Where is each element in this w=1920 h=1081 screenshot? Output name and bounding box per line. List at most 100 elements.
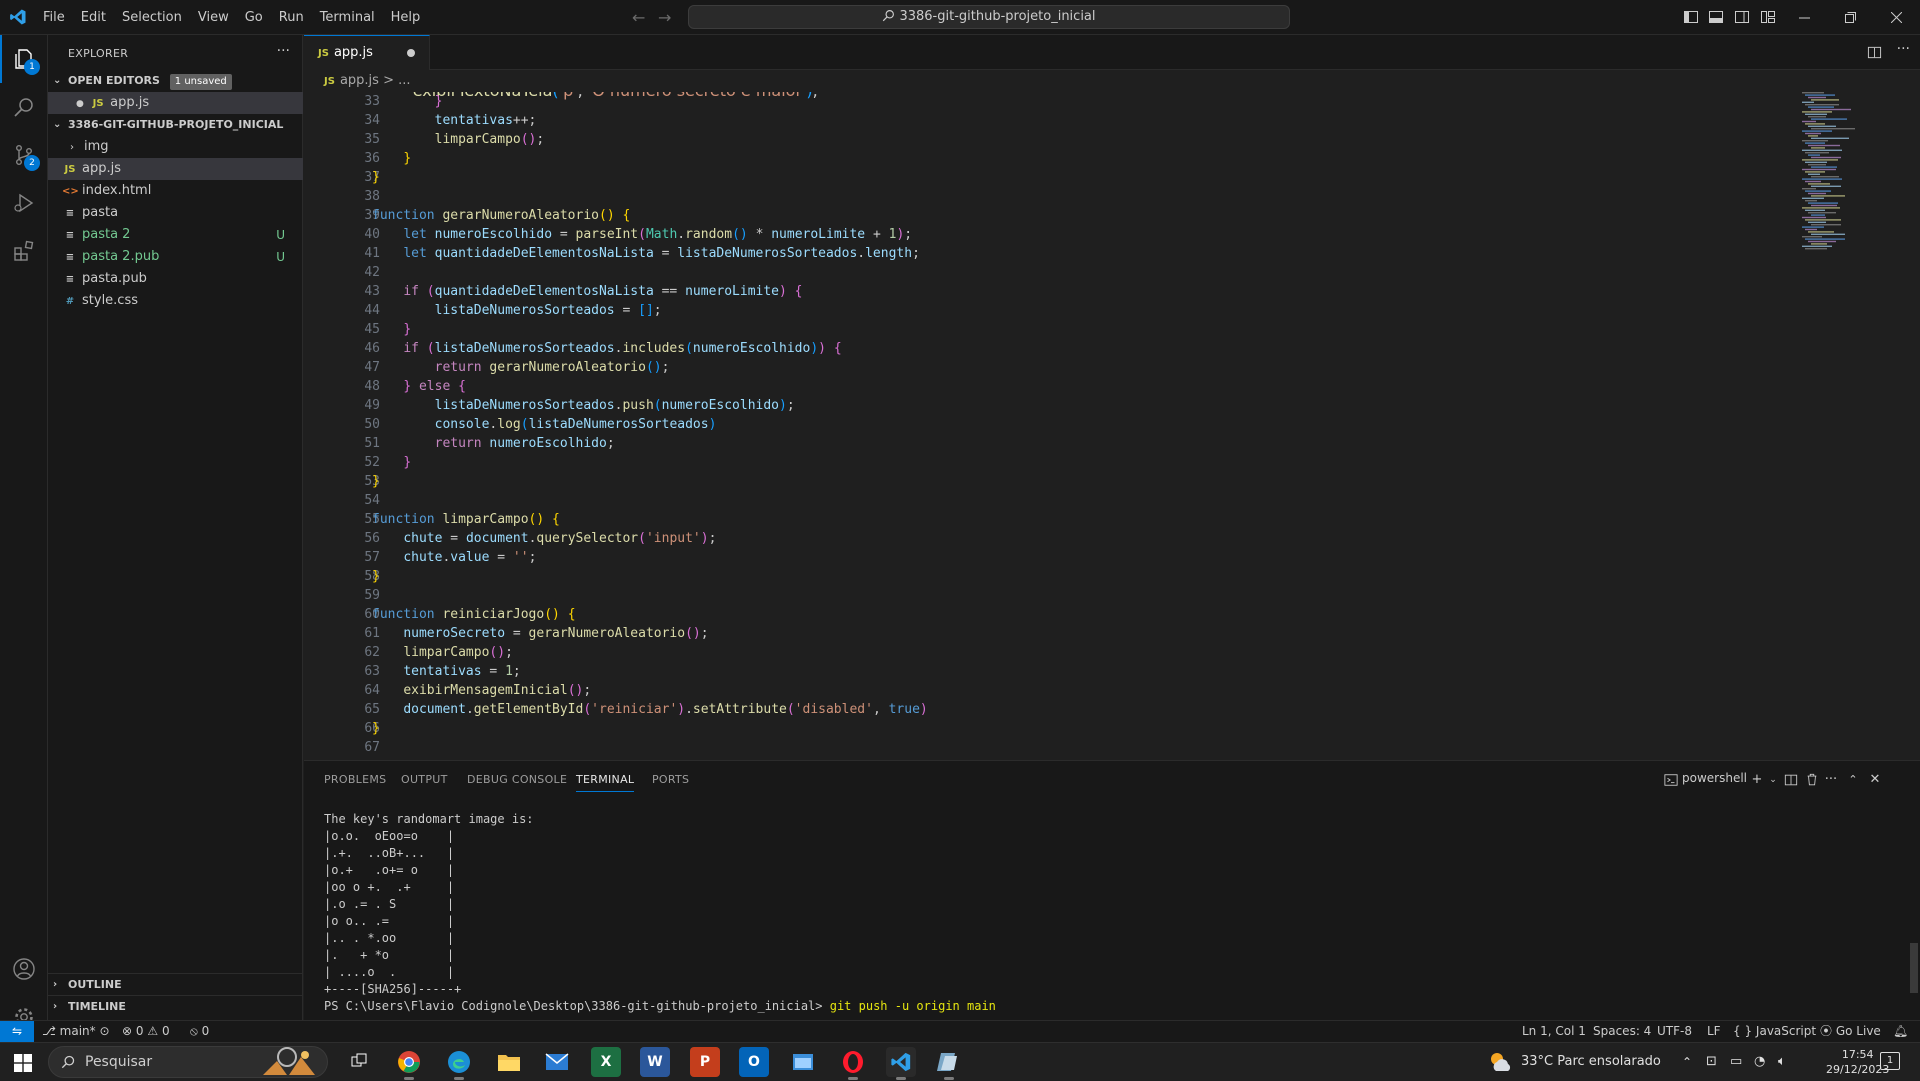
tab-app-js[interactable]: JS app.js <box>304 35 430 70</box>
run-debug-activity[interactable] <box>0 179 48 227</box>
tab-terminal[interactable]: TERMINAL <box>576 773 635 792</box>
close-button[interactable] <box>1873 0 1919 35</box>
problems-indicator[interactable]: ⊗ 0 ⚠ 0 <box>122 1021 170 1042</box>
indentation[interactable]: Spaces: 4 <box>1593 1021 1651 1042</box>
toggle-primary-sidebar-icon[interactable] <box>1683 9 1699 25</box>
code-line: 54 <box>304 491 1794 510</box>
menu-selection[interactable]: Selection <box>114 0 190 35</box>
tree-item-pasta[interactable]: ≡ pasta <box>48 202 303 224</box>
code-line: 40 let numeroEscolhido = parseInt(Math.r… <box>304 225 1794 244</box>
end-of-line[interactable]: LF <box>1707 1021 1721 1042</box>
remote-indicator[interactable]: ⇋ <box>0 1021 34 1043</box>
breadcrumb-rest[interactable]: > ... <box>383 73 410 88</box>
back-arrow-icon[interactable]: ← <box>632 8 645 27</box>
extensions-activity[interactable] <box>0 227 48 275</box>
more-actions-icon[interactable]: ··· <box>1822 771 1840 789</box>
restore-icon <box>1844 12 1856 23</box>
menu-help[interactable]: Help <box>383 0 429 35</box>
branch-indicator[interactable]: ⎇ main* ⊙ <box>42 1021 110 1042</box>
chevron-up-icon[interactable]: ⌃ <box>1682 1043 1692 1081</box>
editor-scrollbar[interactable] <box>1906 92 1920 760</box>
menu-go[interactable]: Go <box>237 0 271 35</box>
wifi-icon[interactable]: ◔ <box>1754 1043 1765 1081</box>
menu-run[interactable]: Run <box>271 0 312 35</box>
volume-icon[interactable]: 🔈︎ <box>1778 1043 1786 1081</box>
encoding[interactable]: UTF-8 <box>1657 1021 1692 1042</box>
battery-icon[interactable]: ▭ <box>1730 1043 1742 1081</box>
minimize-button[interactable] <box>1781 0 1827 35</box>
taskbar-other-app[interactable] <box>934 1047 964 1080</box>
breadcrumb-file[interactable]: app.js <box>340 73 379 88</box>
taskbar-word[interactable]: W <box>640 1047 670 1077</box>
chevron-down-icon[interactable]: ⌄ <box>1764 771 1782 789</box>
unsaved-dot-icon[interactable] <box>407 49 415 57</box>
terminal-output[interactable]: The key's randomart image is: |o.o. oEoo… <box>324 811 996 1015</box>
more-actions-icon[interactable]: ··· <box>277 43 290 59</box>
trash-icon[interactable] <box>1805 772 1819 787</box>
explorer-activity[interactable]: 1 <box>0 35 48 83</box>
maximize-panel-icon[interactable]: ⌃ <box>1844 771 1862 789</box>
taskbar-file-explorer[interactable] <box>494 1047 524 1077</box>
minimap-line <box>1805 132 1821 135</box>
search-icon <box>61 1055 75 1069</box>
customize-layout-icon[interactable] <box>1760 9 1776 25</box>
terminal-scrollbar[interactable] <box>1910 943 1918 993</box>
accounts-activity[interactable] <box>0 945 48 993</box>
taskbar-edge[interactable] <box>444 1047 474 1080</box>
taskbar-app-window[interactable] <box>788 1047 818 1077</box>
weather-text[interactable]: 33°C Parc ensolarado <box>1521 1043 1661 1081</box>
open-editor-item[interactable]: ● JS app.js <box>48 92 303 114</box>
tree-item-pasta-2[interactable]: ≡ pasta 2 U <box>48 224 303 246</box>
toggle-panel-icon[interactable] <box>1708 9 1724 25</box>
source-control-activity[interactable]: 2 <box>0 131 48 179</box>
menu-terminal[interactable]: Terminal <box>312 0 383 35</box>
cursor-position[interactable]: Ln 1, Col 1 <box>1522 1021 1586 1042</box>
language-mode[interactable]: { } JavaScript <box>1733 1021 1816 1042</box>
toggle-secondary-sidebar-icon[interactable] <box>1734 9 1750 25</box>
tree-item-app-js[interactable]: JS app.js <box>48 158 303 180</box>
terminal-shell-name[interactable]: powershell <box>1682 771 1747 785</box>
tab-ports[interactable]: PORTS <box>652 773 689 786</box>
menu-edit[interactable]: Edit <box>73 0 114 35</box>
close-panel-icon[interactable]: ✕ <box>1866 771 1884 789</box>
taskbar-chrome[interactable] <box>394 1047 424 1080</box>
menu-view[interactable]: View <box>190 0 237 35</box>
taskbar-mail[interactable] <box>542 1047 572 1077</box>
bell-icon[interactable]: 🔔︎ <box>1893 1021 1908 1042</box>
command-center-search[interactable]: 3386-git-github-projeto_inicial <box>688 5 1290 29</box>
taskbar-excel[interactable]: X <box>591 1047 621 1077</box>
split-terminal-icon[interactable] <box>1784 773 1798 787</box>
taskbar-outlook[interactable]: O <box>739 1047 769 1077</box>
menu-file[interactable]: File <box>35 0 73 35</box>
windows-start-icon[interactable] <box>14 1054 32 1072</box>
split-editor-icon[interactable] <box>1867 45 1882 60</box>
ports-indicator[interactable]: ⦸ 0 <box>190 1021 209 1042</box>
minimap[interactable] <box>1794 92 1904 760</box>
notifications-button[interactable]: 1 <box>1880 1052 1900 1070</box>
tree-item-style-css[interactable]: # style.css <box>48 290 303 312</box>
code-editor[interactable]: exibirTextoNaTela('p', 'O número secreto… <box>304 92 1794 760</box>
project-folder-header[interactable]: ⌄ 3386-GIT-GITHUB-PROJETO_INICIAL <box>48 114 303 136</box>
task-view-button[interactable] <box>344 1047 374 1077</box>
go-live-button[interactable]: ⦿ Go Live <box>1820 1021 1881 1042</box>
tree-item-pasta-pub[interactable]: ≡ pasta.pub <box>48 268 303 290</box>
more-actions-icon[interactable]: ··· <box>1897 41 1910 57</box>
taskbar-vscode[interactable] <box>886 1047 916 1080</box>
outline-header[interactable]: › OUTLINE <box>48 973 303 995</box>
tab-problems[interactable]: PROBLEMS <box>324 773 386 786</box>
weather-partly-sunny-icon[interactable] <box>1488 1051 1514 1073</box>
restore-button[interactable] <box>1827 0 1873 35</box>
tree-item-img[interactable]: › img <box>48 136 303 158</box>
tree-item-pasta-2-pub[interactable]: ≡ pasta 2.pub U <box>48 246 303 268</box>
open-editors-header[interactable]: ⌄ OPEN EDITORS 1 unsaved <box>48 70 303 92</box>
taskbar-opera[interactable] <box>838 1047 868 1080</box>
tree-item-index-html[interactable]: <> index.html <box>48 180 303 202</box>
forward-arrow-icon[interactable]: → <box>658 8 671 27</box>
taskbar-powerpoint[interactable]: P <box>690 1047 720 1077</box>
search-activity[interactable] <box>0 83 48 131</box>
taskbar-search[interactable]: Pesquisar <box>48 1046 328 1078</box>
timeline-header[interactable]: › TIMELINE <box>48 995 303 1017</box>
tab-debug-console[interactable]: DEBUG CONSOLE <box>467 773 567 786</box>
tab-output[interactable]: OUTPUT <box>401 773 448 786</box>
meet-now-icon[interactable]: ⊡ <box>1706 1043 1717 1081</box>
